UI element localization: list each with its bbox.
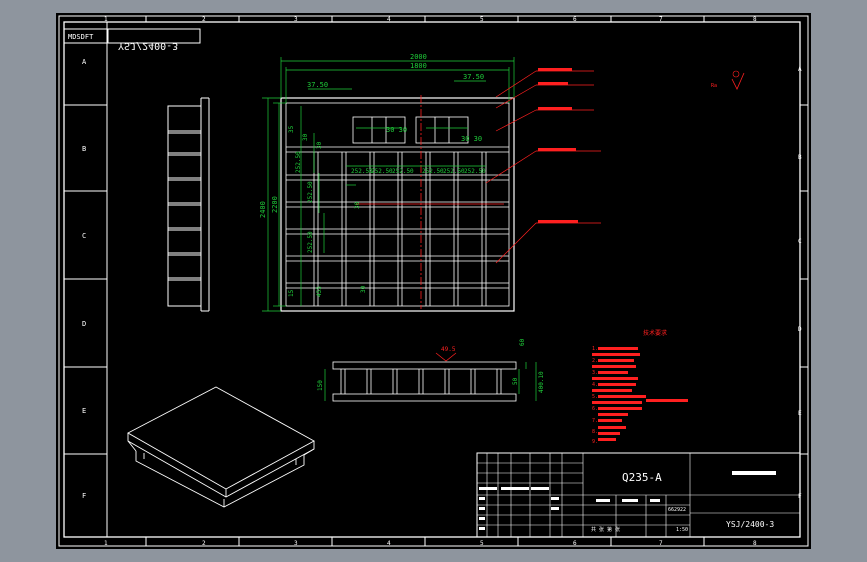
dim-row-pitch: 252.50 xyxy=(351,168,373,175)
note-item: 8. xyxy=(592,429,598,435)
note-item: 2. xyxy=(592,358,598,364)
col-label-bottom: 1 xyxy=(104,540,108,547)
row-label: B xyxy=(82,145,86,153)
notes-heading: 技术要求 xyxy=(643,329,667,337)
dim-row-pitch: 252.50 xyxy=(422,168,444,175)
note-item: 6. xyxy=(592,406,598,412)
dim-row-pitch: 252.50 xyxy=(443,168,465,175)
col-label-bottom: 7 xyxy=(659,540,663,547)
note-item: 1. xyxy=(592,346,598,352)
section-view: 49.5 150 60 50 400.10 xyxy=(317,338,545,402)
dim-row-pitch: 252.50 xyxy=(371,168,393,175)
dim-section-depth: 60 xyxy=(519,338,526,346)
dim-col-pitch: 252.50 xyxy=(307,231,314,253)
dim-small: 30 xyxy=(316,141,323,149)
row-label-right: D xyxy=(798,326,802,333)
col-label-bottom: 6 xyxy=(573,540,577,547)
mirrored-title: YSJ/2400-3 xyxy=(118,40,178,51)
row-label: D xyxy=(82,320,86,328)
dim-row-pitch: 252.50 xyxy=(464,168,486,175)
dim-small: 15 xyxy=(288,289,295,297)
note-item: 9. xyxy=(592,439,598,445)
dim-inner-height: 2200 xyxy=(271,196,279,213)
outer-frame xyxy=(58,15,809,547)
roughness-label: Ra xyxy=(711,83,717,89)
weight-value: 662922 xyxy=(668,507,686,513)
row-label: E xyxy=(82,407,86,415)
scale-value: 1:50 xyxy=(676,527,688,533)
dim-small: 455 xyxy=(316,286,323,297)
sheet-info: 共 张 第 张 xyxy=(591,526,620,533)
col-label-bottom: 4 xyxy=(387,540,391,547)
dim-right-offset: 37.50 xyxy=(463,73,484,81)
col-label: 1 xyxy=(104,16,108,23)
leader-notes xyxy=(538,68,578,223)
technical-notes: 技术要求 1. 2. 3. 4. 5. 6. 7. 8. 9. xyxy=(592,329,688,445)
drawing-sheet: A B C D E F A B C D E F 1 2 3 4 5 6 7 8 … xyxy=(58,15,809,547)
dim-col-pitch: 252.50 xyxy=(295,151,302,173)
dim-inner-width: 1800 xyxy=(410,62,427,70)
code-stamp: MDSDFT xyxy=(68,33,94,41)
col-label: 4 xyxy=(387,16,391,23)
isometric-view xyxy=(127,386,315,508)
dim-left-offset: 37.50 xyxy=(307,81,328,89)
row-label-right: B xyxy=(798,154,802,161)
dim-col-pitch: 252.50 xyxy=(307,181,314,203)
dim-total-width: 2000 xyxy=(410,53,427,61)
col-label-bottom: 3 xyxy=(294,540,298,547)
material-label: Q235-A xyxy=(622,471,662,484)
dim-section-height: 150 xyxy=(317,380,324,391)
row-label: C xyxy=(82,232,86,240)
roughness-mark: Ra xyxy=(711,70,745,90)
dim-section-inner: 50 xyxy=(512,377,519,385)
cad-viewport[interactable]: A B C D E F A B C D E F 1 2 3 4 5 6 7 8 … xyxy=(56,13,811,549)
dim-pitch-right: 30 30 xyxy=(461,135,482,143)
title-block: Q235-A YSJ/2400-3 662922 1:50 共 张 第 张 xyxy=(476,452,801,538)
note-item: 7. xyxy=(592,418,598,424)
col-label: 6 xyxy=(573,16,577,23)
dim-small: 30 xyxy=(302,133,309,141)
note-item: 3. xyxy=(592,370,598,376)
note-item: 5. xyxy=(592,394,598,400)
note-item: 4. xyxy=(592,382,598,388)
col-label: 8 xyxy=(753,16,757,23)
dim-small: 30 xyxy=(360,285,367,293)
section-angle: 49.5 xyxy=(441,346,456,353)
dimension-lines xyxy=(262,57,515,312)
col-label: 5 xyxy=(480,16,484,23)
zone-labels: A B C D E F A B C D E F 1 2 3 4 5 6 7 8 … xyxy=(82,16,802,547)
col-label-bottom: 2 xyxy=(202,540,206,547)
side-view xyxy=(167,97,210,312)
row-label: F xyxy=(82,492,86,500)
col-label-bottom: 5 xyxy=(480,540,484,547)
stamp-box: MDSDFT YSJ/2400-3 xyxy=(63,28,201,51)
row-label: A xyxy=(82,58,87,66)
row-label-right: C xyxy=(798,238,802,245)
col-label: 2 xyxy=(202,16,206,23)
row-label-right: E xyxy=(798,410,802,417)
dim-pitch-left: 30 30 xyxy=(386,126,407,134)
col-label-bottom: 8 xyxy=(753,540,757,547)
row-label-right: A xyxy=(798,66,802,73)
col-label: 7 xyxy=(659,16,663,23)
col-label: 3 xyxy=(294,16,298,23)
drawing-number: YSJ/2400-3 xyxy=(726,520,774,529)
dim-section-total: 400.10 xyxy=(538,371,545,393)
zone-ticks xyxy=(64,16,808,546)
dim-total-height: 2400 xyxy=(259,201,267,218)
dim-row-pitch: 252.50 xyxy=(392,168,414,175)
dim-small: 35 xyxy=(288,125,295,133)
dim-small: 30 xyxy=(354,201,361,209)
